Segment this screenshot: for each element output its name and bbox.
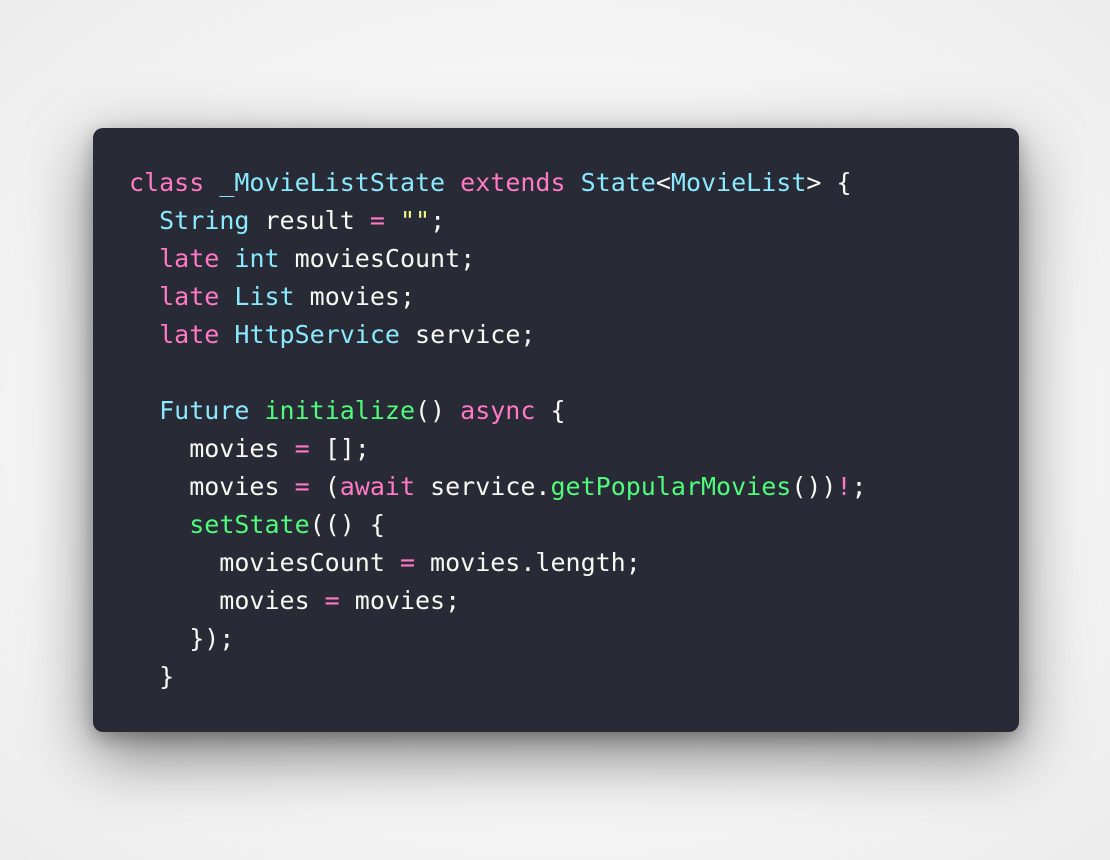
code-token-plain: service; [399,320,536,349]
code-token-type: int [234,244,280,273]
code-token-keyword: ! [836,472,852,501]
code-token-plain: }); [129,624,235,653]
code-token-plain: ( [309,472,340,501]
code-token-plain: ; [430,206,446,235]
code-token-plain: result [249,206,370,235]
code-token-plain: movies [129,586,325,615]
code-line: movies = []; [129,430,867,468]
code-token-function: initialize [264,396,415,425]
code-token-plain: []; [309,434,370,463]
code-token-plain: < [655,168,671,197]
code-line: movies = (await service.getPopularMovies… [129,468,867,506]
code-token-keyword: await [339,472,416,501]
code-token-plain: ()) [791,472,837,501]
code-line: late HttpService service; [129,316,867,354]
code-line: class _MovieListState extends State<Movi… [129,164,867,202]
code-snippet-card: class _MovieListState extends State<Movi… [93,128,1019,732]
code-token-keyword: = [324,586,340,615]
code-line: String result = ""; [129,202,867,240]
code-token-plain: (() { [309,510,385,539]
code-token-plain: movies; [339,586,461,615]
code-token-type: HttpService [234,320,400,349]
code-line: }); [129,620,867,658]
code-token-type: List [234,282,295,311]
code-token-keyword: async [460,396,536,425]
code-line: moviesCount = movies.length; [129,544,867,582]
code-token-plain: moviesCount; [279,244,476,273]
code-token-keyword: late [159,244,220,273]
code-token-type: String [159,206,250,235]
code-line: late int moviesCount; [129,240,867,278]
code-token-plain: movies [129,472,295,501]
code-token-plain: { [535,396,566,425]
code-token-plain: movies [129,434,295,463]
code-token-type: Future [159,396,250,425]
code-token-keyword: = [294,434,310,463]
code-token-type: _MovieListState [219,168,446,197]
code-token-plain: ; [851,472,867,501]
code-token-keyword: late [159,320,220,349]
code-token-function: getPopularMovies [550,472,792,501]
code-token-plain: () [415,396,461,425]
code-token-keyword: = [294,472,310,501]
code-token-keyword: class [129,168,205,197]
code-token-function: setState [189,510,310,539]
code-token-plain: service. [415,472,551,501]
code-token-plain: > { [806,168,852,197]
code-line: Future initialize() async { [129,392,867,430]
code-block: class _MovieListState extends State<Movi… [129,164,867,696]
code-token-type: MovieList [670,168,807,197]
code-token-keyword: = [369,206,385,235]
code-token-keyword: late [159,282,220,311]
code-token-string: "" [399,206,431,235]
code-token-plain: movies.length; [415,548,641,577]
code-token-keyword: extends [460,168,566,197]
code-line: } [129,658,867,696]
code-token-keyword: = [399,548,415,577]
code-token-type: State [580,168,656,197]
code-token-plain: moviesCount [129,548,400,577]
code-line: setState(() { [129,506,867,544]
code-line: movies = movies; [129,582,867,620]
code-line: late List movies; [129,278,867,316]
code-token-plain: movies; [294,282,416,311]
code-token-plain: } [129,662,175,691]
